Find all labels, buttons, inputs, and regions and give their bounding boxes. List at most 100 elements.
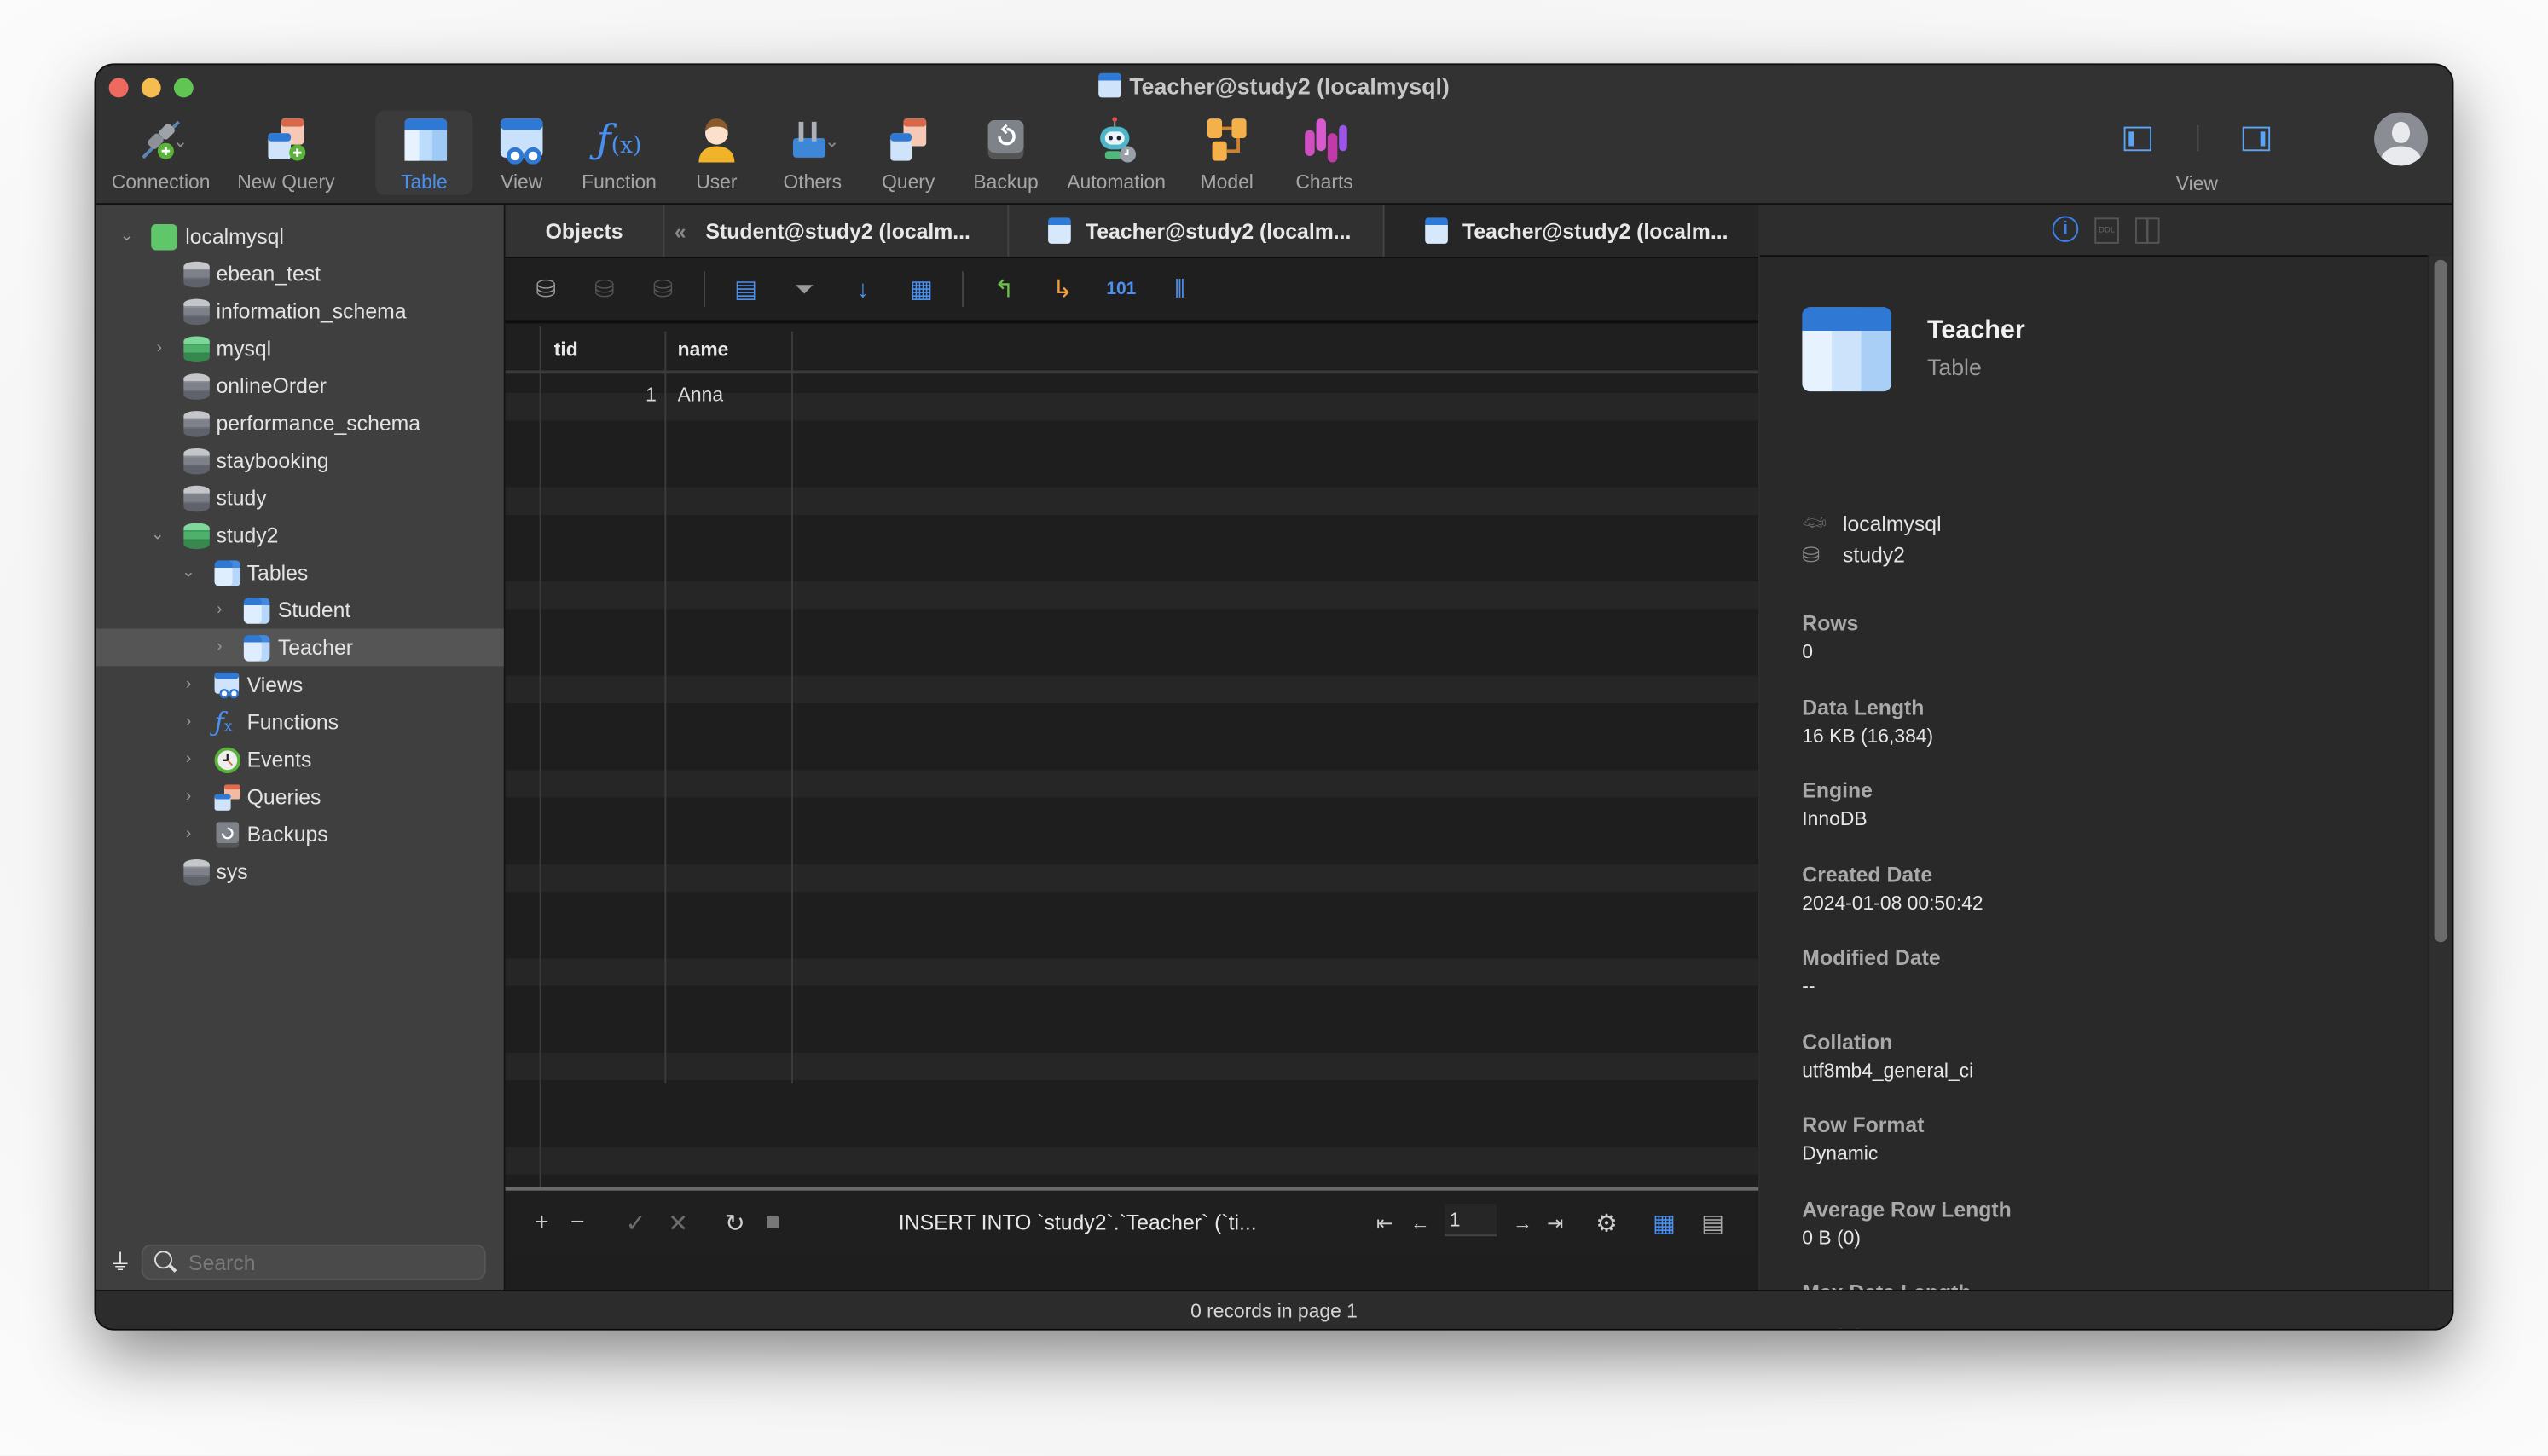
prop-value: 2024-01-08 00:50:42 [1802, 892, 1983, 915]
info-icon[interactable]: i [2052, 216, 2079, 242]
toolbar-automation-button[interactable]: Automation [1055, 111, 1178, 195]
chevron-down-icon[interactable]: ⌄ [119, 228, 135, 246]
toolbar-others-button[interactable]: Others [766, 111, 860, 195]
column-header-name[interactable]: name [678, 338, 729, 361]
toolbar-query-label: Query [882, 170, 935, 194]
settings-gear-icon[interactable]: ⚙ [1595, 1209, 1618, 1238]
toolbar-function-button[interactable]: ƒ(x) Function [570, 111, 668, 195]
toolbar-user-label: User [696, 170, 738, 194]
connection-filter-icon[interactable]: ⏚ [109, 1246, 132, 1279]
stop-icon[interactable]: ■ [766, 1209, 780, 1236]
column-header-tid[interactable]: tid [554, 338, 578, 361]
tab-objects[interactable]: Objects [505, 205, 665, 257]
toolbar-connection-button[interactable]: Connection [102, 111, 219, 195]
previous-page-icon[interactable]: ← [1410, 1212, 1430, 1235]
toolbar-query-button[interactable]: Query [860, 111, 957, 195]
tree-backups-folder[interactable]: › Backups [96, 816, 503, 853]
sort-icon[interactable]: ↓ [845, 271, 881, 307]
tree-table-teacher[interactable]: › Teacher [96, 628, 504, 667]
chevron-right-icon[interactable]: › [151, 339, 167, 357]
tree-db-mysql[interactable]: › mysql [96, 330, 503, 367]
tree-functions-folder[interactable]: › ƒx Functions [96, 703, 503, 741]
function-icon: ƒ(x) [596, 117, 642, 163]
commit-icon[interactable]: ⛁ [587, 271, 623, 307]
ddl-icon[interactable]: DDL [2094, 217, 2119, 244]
tree-queries-folder[interactable]: › Queries [96, 778, 503, 816]
toolbar-charts-button[interactable]: Charts [1276, 111, 1373, 195]
toggle-left-sidebar-icon[interactable] [2123, 125, 2151, 151]
last-page-icon[interactable]: ⇥ [1547, 1212, 1563, 1235]
tree-db-ebean_test[interactable]: ebean_test [96, 255, 503, 292]
tree-table-student[interactable]: › Student [96, 592, 503, 629]
tree-label: performance_schema [216, 411, 421, 436]
toolbar-table-button[interactable]: Table [375, 110, 473, 195]
toolbar-backup-button[interactable]: Backup [957, 111, 1054, 195]
toolbar-new-query-button[interactable]: New Query [219, 111, 352, 195]
next-page-icon[interactable]: → [1513, 1212, 1532, 1235]
discard-icon[interactable]: ✕ [668, 1209, 688, 1238]
add-record-icon[interactable]: + [535, 1209, 549, 1236]
begin-transaction-icon[interactable]: ⛁ [528, 271, 564, 307]
tree-db-study[interactable]: study [96, 479, 503, 517]
export-icon[interactable]: ↳ [1045, 271, 1080, 307]
tree-connection-localmysql[interactable]: ⌄ localmysql [96, 217, 503, 255]
tree-events-folder[interactable]: › Events [96, 741, 503, 778]
page-number-input[interactable]: 1 [1445, 1204, 1497, 1237]
tab-teacher-design[interactable]: Teacher@study2 (localm... [1009, 205, 1385, 257]
tree-label: study [216, 485, 267, 511]
tree-views-folder[interactable]: › Views [96, 666, 503, 703]
chevron-right-icon[interactable]: › [181, 676, 197, 694]
tab-student[interactable]: « Student@study2 (localm... [664, 205, 1010, 257]
grid-view-icon[interactable]: ▦ [1653, 1209, 1676, 1238]
chevron-right-icon[interactable]: › [181, 825, 197, 843]
status-bar: 0 records in page 1 [96, 1290, 2452, 1329]
tab-teacher-data[interactable]: Teacher@study2 (localm... [1384, 205, 1758, 257]
tree-db-staybooking[interactable]: staybooking [96, 442, 503, 479]
first-page-icon[interactable]: ⇤ [1376, 1212, 1393, 1235]
chevron-down-icon[interactable]: ⌄ [181, 563, 197, 581]
double-chevron-left-icon[interactable]: « [675, 218, 686, 243]
columns-icon[interactable]: ▦ [904, 271, 940, 307]
tree-db-sys[interactable]: sys [96, 852, 503, 890]
tree-db-performance_schema[interactable]: performance_schema [96, 404, 503, 442]
toolbar-model-button[interactable]: Model [1178, 111, 1276, 195]
prop-value: 16 KB (16,384) [1802, 724, 1934, 748]
tree-db-study2[interactable]: ⌄ study2 [96, 517, 503, 554]
search-input[interactable] [185, 1247, 477, 1279]
toolbar-charts-label: Charts [1295, 170, 1353, 194]
refresh-icon[interactable]: ↻ [725, 1209, 745, 1238]
rollback-icon[interactable]: ⛁ [646, 271, 681, 307]
delete-record-icon[interactable]: − [570, 1209, 585, 1236]
table-large-icon [1802, 307, 1892, 392]
view-label: View [2175, 171, 2218, 195]
tree-label: staybooking [216, 448, 329, 473]
text-view-icon[interactable]: ▤ [728, 271, 764, 307]
chevron-right-icon[interactable]: › [211, 601, 228, 619]
toolbar-user-button[interactable]: User [668, 111, 765, 195]
sql-preview[interactable]: INSERT INTO `study2`.`Teacher` (`ti... [899, 1210, 1257, 1235]
toggle-right-sidebar-icon[interactable] [2243, 125, 2271, 151]
data-generation-icon[interactable]: 101 [1103, 271, 1139, 307]
user-avatar[interactable] [2374, 112, 2428, 166]
toolbar-automation-label: Automation [1067, 170, 1166, 194]
apply-icon[interactable]: ✓ [626, 1209, 646, 1238]
table-icon [214, 559, 241, 586]
cell-name[interactable]: Anna [678, 384, 723, 407]
connection-name: localmysql [1842, 511, 1942, 536]
tree-db-information_schema[interactable]: information_schema [96, 292, 503, 330]
filter-icon[interactable]: ⏷ [786, 271, 822, 307]
profile-icon[interactable]: ⫴ [1162, 271, 1198, 307]
layout-icon[interactable] [2134, 217, 2160, 244]
form-view-icon[interactable]: ▤ [1701, 1209, 1724, 1238]
tree-tables-folder[interactable]: ⌄ Tables [96, 554, 503, 592]
chevron-right-icon[interactable]: › [181, 750, 197, 768]
toolbar-view-button[interactable]: View [473, 111, 570, 195]
chevron-down-icon[interactable]: ⌄ [149, 526, 165, 544]
chevron-right-icon[interactable]: › [181, 714, 197, 731]
tree-db-onlineOrder[interactable]: onlineOrder [96, 367, 503, 405]
cell-tid[interactable]: 1 [603, 384, 657, 407]
chevron-right-icon[interactable]: › [211, 638, 228, 656]
scrollbar-thumb[interactable] [2434, 259, 2447, 943]
import-icon[interactable]: ↰ [987, 271, 1022, 307]
chevron-right-icon[interactable]: › [181, 788, 197, 806]
